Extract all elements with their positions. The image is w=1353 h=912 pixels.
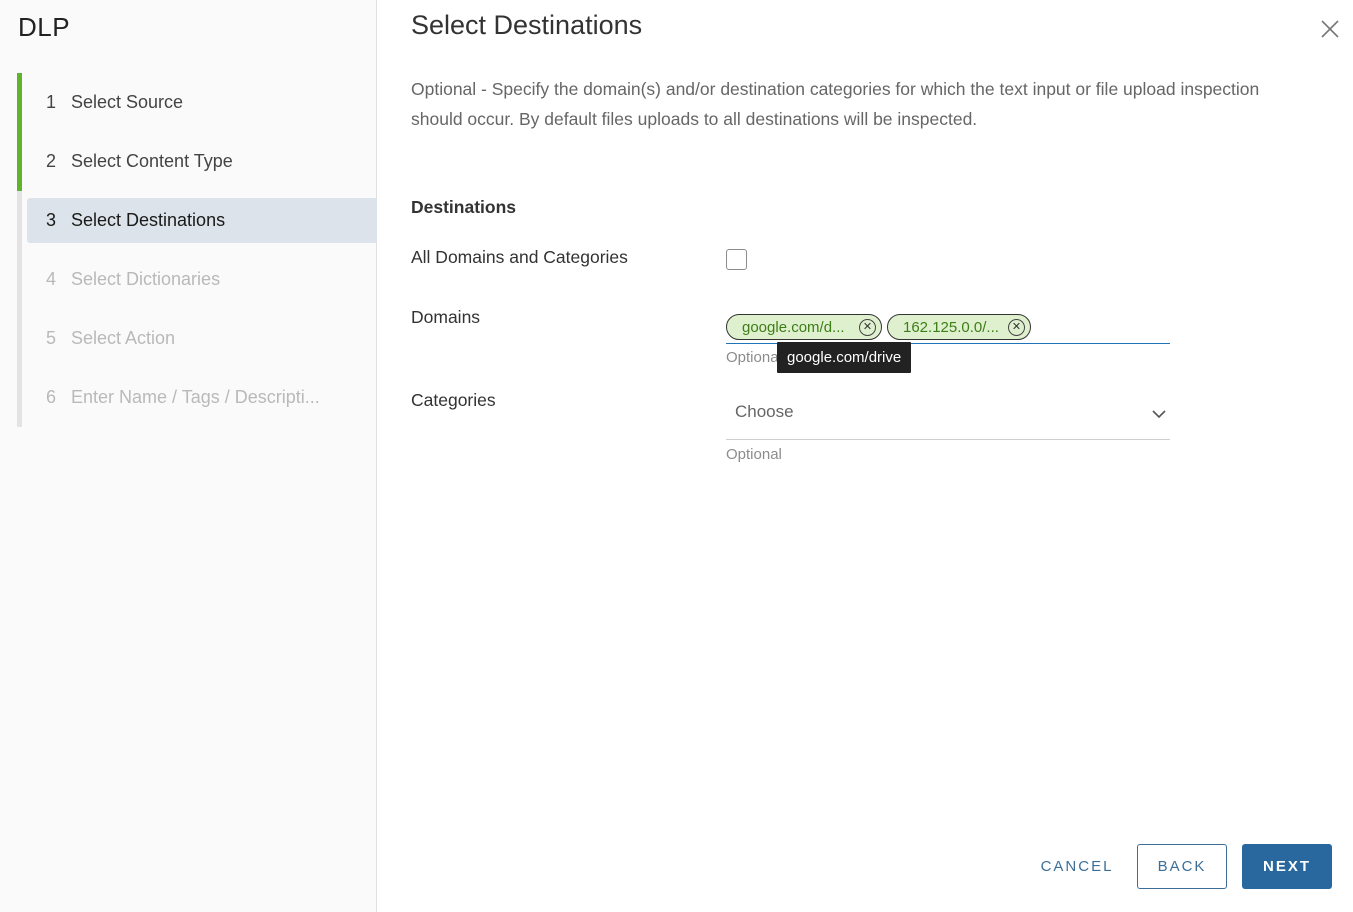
step-progress-bar (17, 309, 22, 368)
wizard-sidebar: DLP 1 Select Source 2 Select Content Typ… (0, 0, 377, 912)
domain-chip[interactable]: google.com/d... ✕ (726, 314, 882, 340)
step-number: 5 (46, 328, 57, 348)
close-icon (1321, 20, 1339, 38)
app-title: DLP (18, 12, 71, 42)
domains-hint: Optional (726, 349, 782, 366)
step-select-content-type[interactable]: 2 Select Content Type (17, 132, 377, 191)
chip-text: 162.125.0.0/... (903, 318, 999, 336)
step-number: 2 (46, 151, 57, 171)
step-label: Select Destinations (71, 210, 226, 230)
next-button[interactable]: NEXT (1242, 844, 1332, 889)
step-label: Select Action (71, 328, 176, 348)
chip-tooltip: google.com/drive (777, 342, 912, 373)
step-progress-bar (17, 132, 22, 191)
domains-label: Domains (411, 307, 481, 327)
step-progress-bar (17, 368, 22, 427)
step-select-destinations[interactable]: 3 Select Destinations (17, 191, 377, 250)
step-label: Select Content Type (71, 151, 233, 171)
destinations-heading: Destinations (411, 197, 517, 217)
categories-selected-value: Choose (735, 402, 794, 421)
step-number: 1 (46, 92, 57, 112)
step-select-dictionaries: 4 Select Dictionaries (17, 250, 377, 309)
wizard-content: Select Destinations Optional - Specify t… (377, 0, 1353, 912)
step-progress-bar (17, 191, 22, 250)
domain-chip[interactable]: 162.125.0.0/... ✕ (887, 314, 1031, 340)
step-label: Select Source (71, 92, 184, 112)
categories-hint: Optional (726, 446, 782, 463)
page-description: Optional - Specify the domain(s) and/or … (411, 79, 1260, 129)
categories-label: Categories (411, 390, 496, 410)
back-button[interactable]: BACK (1137, 844, 1227, 889)
chip-text: google.com/d... (742, 318, 845, 336)
step-number: 4 (46, 269, 57, 289)
categories-select[interactable]: Choose (726, 389, 1170, 440)
step-number: 3 (46, 210, 57, 230)
remove-chip-icon[interactable]: ✕ (1008, 319, 1025, 336)
step-label: Enter Name / Tags / Descripti... (71, 387, 320, 407)
all-domains-checkbox[interactable] (726, 249, 747, 270)
step-progress-bar (17, 73, 22, 132)
step-enter-name-tags-description: 6 Enter Name / Tags / Descripti... (17, 368, 377, 427)
step-select-action: 5 Select Action (17, 309, 377, 368)
remove-chip-icon[interactable]: ✕ (859, 319, 876, 336)
page-title: Select Destinations (411, 10, 643, 40)
close-button[interactable] (1319, 18, 1341, 40)
step-number: 6 (46, 387, 57, 407)
chevron-down-icon (1152, 410, 1166, 419)
all-domains-label: All Domains and Categories (411, 247, 628, 267)
wizard-steps: 1 Select Source 2 Select Content Type 3 … (17, 73, 377, 427)
step-select-source[interactable]: 1 Select Source (17, 73, 377, 132)
cancel-button[interactable]: CANCEL (1029, 844, 1125, 889)
step-label: Select Dictionaries (71, 269, 221, 289)
domains-input[interactable]: google.com/d... ✕ 162.125.0.0/... ✕ (726, 311, 1170, 344)
step-progress-bar (17, 250, 22, 309)
